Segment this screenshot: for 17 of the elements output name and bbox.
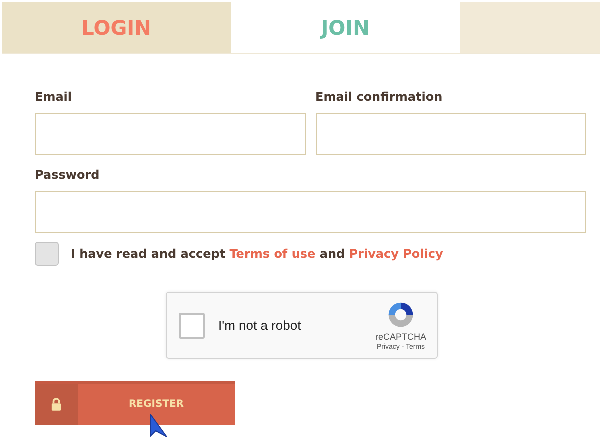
link[interactable]: Terms of use <box>230 247 316 261</box>
captcha-label: I'm not a robot <box>218 318 302 333</box>
captcha-brand: reCAPTCHA <box>375 332 426 342</box>
agreement-text: I have read and accept Terms of use and Privacy Policy <box>71 247 444 261</box>
field-label: Email confirmation <box>316 90 444 104</box>
link[interactable]: Privacy Policy <box>349 247 444 261</box>
register-button[interactable]: REGISTER <box>35 381 235 425</box>
cursor-icon <box>149 414 169 440</box>
field-label: Email <box>35 90 74 104</box>
tab[interactable]: LOGIN <box>2 2 231 53</box>
input-field[interactable] <box>35 113 306 155</box>
captcha-checkbox[interactable] <box>178 312 204 338</box>
field-label: Password <box>35 168 101 182</box>
lock-icon <box>51 398 62 411</box>
input-field[interactable] <box>316 113 586 155</box>
checkbox[interactable] <box>35 242 59 266</box>
input-field[interactable] <box>35 191 586 233</box>
